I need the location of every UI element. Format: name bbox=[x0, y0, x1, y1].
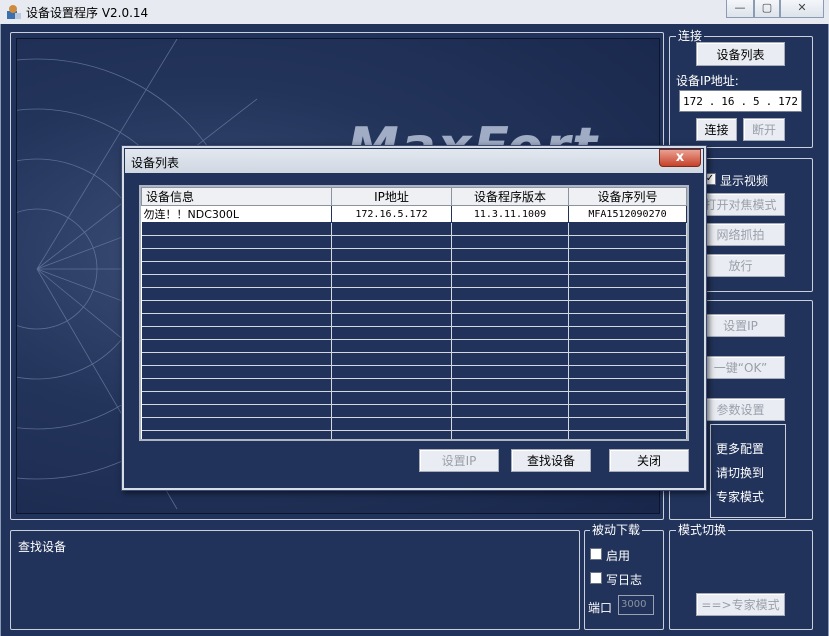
ip-octet-4[interactable]: 172 bbox=[778, 95, 798, 108]
cell-serial: MFA1512090270 bbox=[568, 205, 687, 223]
col-serial[interactable]: 设备序列号 bbox=[568, 187, 687, 206]
dialog-body: 设备信息 IP地址 设备程序版本 设备序列号 勿连！！NDC300L 172.1… bbox=[125, 173, 703, 487]
enable-checkbox[interactable] bbox=[590, 548, 602, 560]
net-capture-button[interactable]: 网络抓拍 bbox=[696, 223, 785, 246]
empty-row bbox=[141, 352, 687, 366]
connect-button[interactable]: 连接 bbox=[696, 118, 737, 141]
set-ip-button[interactable]: 设置IP bbox=[696, 314, 785, 337]
empty-row bbox=[141, 300, 687, 314]
empty-row bbox=[141, 326, 687, 340]
col-device-info[interactable]: 设备信息 bbox=[141, 187, 332, 206]
cell-device-info: 勿连！！NDC300L bbox=[141, 205, 332, 223]
close-window-button[interactable]: ✕ bbox=[780, 0, 824, 18]
show-video-label: 显示视频 bbox=[720, 174, 769, 188]
empty-row bbox=[141, 235, 687, 249]
enable-label: 启用 bbox=[606, 549, 631, 563]
ip-octet-3[interactable]: 5 bbox=[753, 95, 760, 108]
empty-row bbox=[141, 261, 687, 275]
release-button[interactable]: 放行 bbox=[696, 254, 785, 277]
device-list-dialog: 设备列表 x 设备信息 IP地址 设备程序版本 设备序列号 勿连！！NDC300… bbox=[121, 145, 707, 491]
write-log-checkbox[interactable] bbox=[590, 572, 602, 584]
col-version[interactable]: 设备程序版本 bbox=[451, 187, 569, 206]
expert-mode-button[interactable]: ==>专家模式 bbox=[696, 593, 785, 616]
empty-row bbox=[141, 248, 687, 262]
cell-ip: 172.16.5.172 bbox=[331, 205, 452, 223]
dialog-set-ip-button[interactable]: 设置IP bbox=[419, 449, 499, 472]
dialog-title-bar: 设备列表 x bbox=[125, 149, 703, 173]
empty-row bbox=[141, 417, 687, 431]
open-focus-button[interactable]: 打开对焦模式 bbox=[696, 193, 785, 216]
minimize-button[interactable]: — bbox=[726, 0, 754, 18]
find-device-button[interactable]: 查找设备 bbox=[511, 449, 591, 472]
more-config-line-2: 请切换到 bbox=[716, 466, 765, 480]
table-row[interactable]: 勿连！！NDC300L 172.16.5.172 11.3.11.1009 MF… bbox=[141, 205, 687, 223]
dialog-close-button[interactable]: 关闭 bbox=[609, 449, 689, 472]
more-config-line-1: 更多配置 bbox=[716, 442, 765, 456]
window-title: 设备设置程序 V2.0.14 bbox=[26, 6, 149, 20]
maximize-button[interactable]: ▢ bbox=[754, 0, 780, 18]
log-text: 查找设备 bbox=[18, 540, 67, 554]
empty-row bbox=[141, 365, 687, 379]
empty-row bbox=[141, 391, 687, 405]
empty-row bbox=[141, 404, 687, 418]
col-ip[interactable]: IP地址 bbox=[331, 187, 452, 206]
empty-row bbox=[141, 339, 687, 353]
params-button[interactable]: 参数设置 bbox=[696, 398, 785, 421]
empty-row bbox=[141, 313, 687, 327]
disconnect-button[interactable]: 断开 bbox=[743, 118, 785, 141]
dialog-title: 设备列表 bbox=[131, 156, 180, 170]
empty-row bbox=[141, 378, 687, 392]
connect-group-title: 连接 bbox=[676, 29, 705, 43]
log-panel bbox=[10, 530, 580, 630]
app-icon bbox=[6, 4, 22, 20]
empty-row bbox=[141, 222, 687, 236]
more-config-line-3: 专家模式 bbox=[716, 490, 765, 504]
write-log-label: 写日志 bbox=[606, 573, 643, 587]
table-header: 设备信息 IP地址 设备程序版本 设备序列号 bbox=[141, 187, 687, 206]
ip-octet-1[interactable]: 172 bbox=[683, 95, 703, 108]
device-list-button[interactable]: 设备列表 bbox=[696, 42, 785, 66]
dialog-close-icon[interactable]: x bbox=[659, 149, 701, 167]
ip-octet-2[interactable]: 16 bbox=[721, 95, 734, 108]
ip-label: 设备IP地址: bbox=[676, 74, 739, 88]
cell-version: 11.3.11.1009 bbox=[451, 205, 569, 223]
empty-row bbox=[141, 430, 687, 439]
device-table: 设备信息 IP地址 设备程序版本 设备序列号 勿连！！NDC300L 172.1… bbox=[139, 185, 689, 441]
ip-address-field[interactable]: 172. 16. 5. 172 bbox=[679, 90, 802, 112]
port-input[interactable]: 3000 bbox=[618, 595, 654, 615]
mode-switch-title: 模式切换 bbox=[676, 523, 729, 537]
empty-row bbox=[141, 287, 687, 301]
passive-download-title: 被动下载 bbox=[590, 523, 643, 537]
title-bar: 设备设置程序 V2.0.14 — ▢ ✕ bbox=[0, 0, 829, 24]
port-label: 端口 bbox=[588, 601, 613, 615]
empty-row bbox=[141, 274, 687, 288]
one-key-ok-button[interactable]: 一键“OK” bbox=[696, 356, 785, 379]
more-config-text: 更多配置 请切换到 专家模式 bbox=[716, 437, 764, 509]
